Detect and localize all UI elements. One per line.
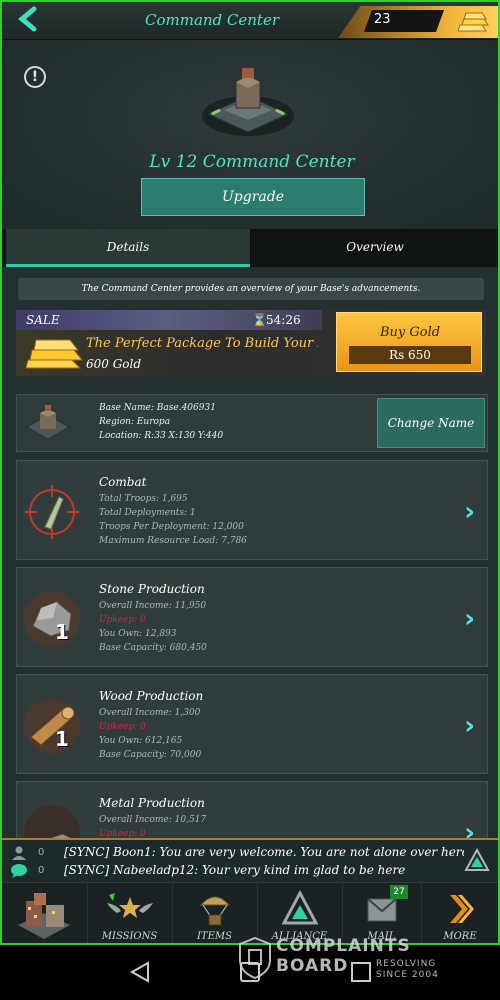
chat-count: 0 <box>38 865 45 876</box>
watermark-line2: BOARD <box>276 956 349 976</box>
command-center-building-icon <box>202 68 294 136</box>
card-row: Base Capacity: 70,000 <box>99 750 202 760</box>
change-name-button[interactable]: Change Name <box>377 398 485 448</box>
user-icon <box>12 846 26 860</box>
top-bar: Command Center 23 <box>2 2 498 40</box>
card-row: Overall Income: 10,517 <box>99 815 207 825</box>
chat-message: [SYNC] Boon1: You are very welcome. You … <box>64 845 464 859</box>
nav-missions[interactable]: MISSIONS <box>87 883 171 943</box>
wood-log-icon <box>24 698 80 754</box>
nav-label: MISSIONS <box>101 931 158 942</box>
chat-bubble-icon <box>11 864 27 878</box>
card-row: You Own: 612,165 <box>99 736 183 746</box>
gold-bars-icon <box>25 339 84 369</box>
chat-count: 0 <box>38 847 45 858</box>
base-building-icon <box>18 893 70 939</box>
app-frame: Command Center 23 ! Lv 12 Command Center… <box>0 0 500 945</box>
level-title: Lv 12 Command Center <box>149 152 355 172</box>
watermark-tag2: SINCE 2004 <box>376 970 439 980</box>
more-chevron-icon <box>450 895 474 923</box>
buy-gold-price: Rs 650 <box>349 346 471 364</box>
sale-tag: SALE <box>26 313 60 327</box>
stone-production-card[interactable]: 1 Stone Production Overall Income: 11,95… <box>16 567 488 667</box>
base-name: Base Name: Base.406931 <box>99 403 216 413</box>
mail-badge: 27 <box>390 885 408 899</box>
card-row: You Own: 12,893 <box>99 629 177 639</box>
shield-icon <box>239 936 271 980</box>
hourglass-icon: ⌛ <box>252 313 267 327</box>
buy-gold-button[interactable]: Buy Gold Rs 650 <box>336 312 482 372</box>
nav-base[interactable] <box>2 883 86 943</box>
tab-overview[interactable]: Overview <box>252 229 498 267</box>
base-info-panel: Base Name: Base.406931 Region: Europa Lo… <box>16 394 488 452</box>
watermark-line1: COMPLAINTS <box>276 936 411 956</box>
package-text: The Perfect Package To Build Your Base! <box>86 336 318 351</box>
watermark-tag1: RESOLVING <box>376 959 437 969</box>
sale-banner[interactable]: SALE ⌛ 54:26 The Perfect Package To Buil… <box>16 310 486 376</box>
gold-amount: 23 <box>374 12 391 27</box>
chat-ticker[interactable]: 0 [SYNC] Boon1: You are very welcome. Yo… <box>2 838 498 882</box>
base-location: Location: R:33 X:130 Y:440 <box>99 431 224 441</box>
card-row: Overall Income: 1,300 <box>99 708 201 718</box>
package-quantity: 600 Gold <box>86 357 142 371</box>
card-title: Metal Production <box>99 796 205 810</box>
card-row-upkeep: Upkeep: 0 <box>99 615 146 625</box>
combat-card[interactable]: Combat Total Troops: 1,695 Total Deploym… <box>16 460 488 560</box>
card-row: Overall Income: 11,950 <box>99 601 207 611</box>
card-title: Stone Production <box>99 582 205 596</box>
sale-timer: 54:26 <box>266 313 301 327</box>
card-row: Maximum Resource Load: 7,786 <box>99 536 247 546</box>
alliance-alert-icon[interactable] <box>464 848 490 872</box>
hero-section: ! Lv 12 Command Center Upgrade <box>2 40 498 230</box>
tab-details[interactable]: Details <box>6 229 250 267</box>
card-title: Combat <box>99 475 147 489</box>
watermark-logo: COMPLAINTS BOARD RESOLVING SINCE 2004 <box>238 934 468 984</box>
level-badge: 1 <box>55 727 69 751</box>
gold-bars-icon <box>457 12 489 32</box>
combat-target-icon <box>25 485 79 539</box>
description-text: The Command Center provides an overview … <box>18 278 484 300</box>
level-badge: 1 <box>55 620 69 644</box>
alliance-triangle-icon <box>281 889 318 925</box>
card-row-upkeep: Upkeep: 0 <box>99 722 146 732</box>
chevron-right-icon[interactable]: › <box>464 711 475 741</box>
stone-icon <box>24 591 80 647</box>
chevron-right-icon[interactable]: › <box>464 604 475 634</box>
card-row: Troops Per Deployment: 12,000 <box>99 522 244 532</box>
card-row: Base Capacity: 680,450 <box>99 643 207 653</box>
tab-bar: Details Overview <box>2 229 498 267</box>
upgrade-button[interactable]: Upgrade <box>141 178 365 216</box>
card-row: Total Deployments: 1 <box>99 508 196 518</box>
android-back-icon[interactable] <box>129 961 149 983</box>
base-region: Region: Europa <box>99 417 171 427</box>
buy-gold-label: Buy Gold <box>379 325 441 340</box>
parachute-crate-icon <box>199 896 230 926</box>
base-thumbnail-icon <box>25 405 71 440</box>
gold-balance[interactable]: 23 <box>338 6 498 38</box>
card-title: Wood Production <box>99 689 204 703</box>
chevron-right-icon[interactable]: › <box>464 497 475 527</box>
info-icon[interactable]: ! <box>24 66 46 88</box>
card-row: Total Troops: 1,695 <box>99 494 188 504</box>
wood-production-card[interactable]: 1 Wood Production Overall Income: 1,300 … <box>16 674 488 774</box>
chat-message: [SYNC] Nabeeladp12: Your very kind im gl… <box>64 863 406 877</box>
missions-wings-icon <box>106 893 153 918</box>
